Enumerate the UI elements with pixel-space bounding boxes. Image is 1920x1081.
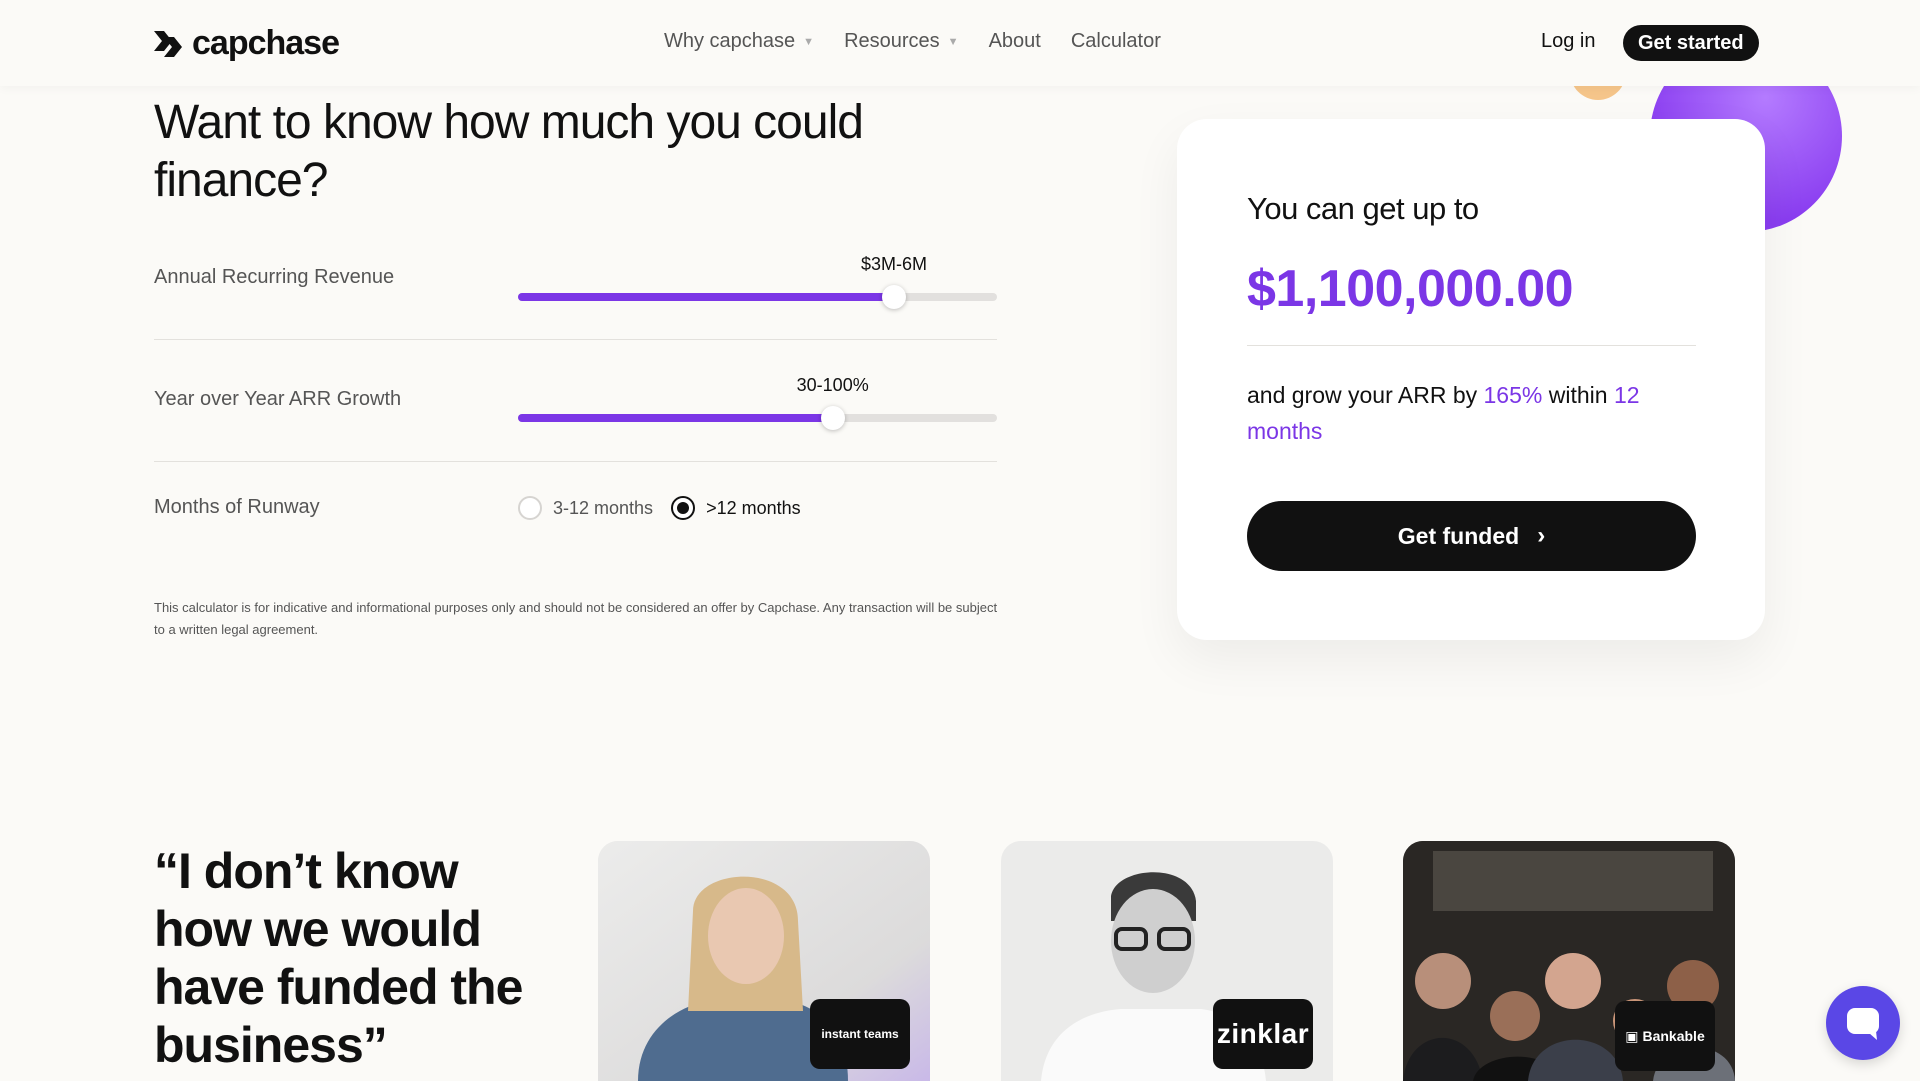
- chat-widget-button[interactable]: [1826, 986, 1900, 1060]
- nav-resources-label: Resources: [844, 30, 940, 52]
- company-name: Bankable: [1642, 1028, 1705, 1044]
- capchase-logo[interactable]: capchase: [154, 24, 340, 63]
- growth-percentage: 165%: [1483, 382, 1543, 408]
- nav-about-label: About: [988, 30, 1041, 52]
- nav-calculator-label: Calculator: [1070, 30, 1161, 52]
- growth-slider[interactable]: [518, 406, 997, 430]
- chevron-right-icon: ›: [1537, 522, 1546, 549]
- arr-slider-thumb[interactable]: [882, 285, 906, 309]
- card-divider: [1247, 345, 1696, 346]
- radio-button[interactable]: [671, 496, 696, 520]
- arr-label: Annual Recurring Revenue: [154, 266, 395, 288]
- result-card: You can get up to $1,100,000.00 and grow…: [1177, 119, 1765, 640]
- nav-resources[interactable]: Resources ▼: [844, 30, 959, 53]
- bankable-logo-icon: ▣: [1625, 1027, 1639, 1044]
- company-badge: instant teams: [810, 999, 910, 1069]
- top-nav: capchase Why capchase ▼ Resources ▼ Abou…: [0, 0, 1920, 86]
- runway-option-3-12[interactable]: 3-12 months: [518, 496, 653, 520]
- growth-value: 30-100%: [796, 375, 869, 395]
- growth-slider-thumb[interactable]: [820, 406, 845, 430]
- chevron-down-icon: ▼: [803, 35, 815, 48]
- chat-bubble-icon: [1847, 1008, 1879, 1040]
- growth-row: Year over Year ARR Growth 30-100%: [154, 372, 997, 462]
- result-intro: You can get up to: [1247, 191, 1479, 226]
- company-name: zinklar: [1216, 1018, 1310, 1049]
- result-amount: $1,100,000.00: [1247, 260, 1574, 318]
- row-divider: [154, 461, 997, 462]
- runway-option-label: 3-12 months: [553, 497, 654, 518]
- capchase-logo-icon: [154, 30, 182, 57]
- nav-why-capchase-label: Why capchase: [664, 30, 796, 52]
- chevron-down-icon: ▼: [947, 35, 959, 48]
- runway-row: Months of Runway 3-12 months >12 months: [154, 496, 997, 526]
- calculator-headline: Want to know how much you could finance?: [154, 96, 864, 207]
- testimonial-card-bankable[interactable]: ▣ Bankable: [1403, 841, 1735, 1081]
- brand-name: capchase: [192, 24, 340, 62]
- row-divider: [154, 339, 997, 340]
- runway-label: Months of Runway: [154, 496, 320, 518]
- get-funded-button[interactable]: Get funded ›: [1247, 501, 1696, 571]
- radio-button[interactable]: [518, 496, 542, 520]
- nav-calculator[interactable]: Calculator: [1071, 30, 1161, 53]
- get-started-button[interactable]: Get started: [1623, 25, 1759, 61]
- arr-slider[interactable]: [518, 285, 997, 309]
- growth-label: Year over Year ARR Growth: [154, 388, 402, 410]
- runway-option-label: >12 months: [706, 497, 801, 518]
- company-badge: ▣ Bankable: [1615, 1001, 1715, 1071]
- login-link[interactable]: Log in: [1541, 30, 1596, 53]
- testimonial-quote: “I don’t know how we would have funded t…: [154, 843, 523, 1073]
- runway-option-12-plus[interactable]: >12 months: [671, 496, 801, 520]
- testimonial-card-instant-teams[interactable]: instant teams: [598, 841, 930, 1081]
- nav-why-capchase[interactable]: Why capchase ▼: [664, 30, 814, 53]
- nav-about[interactable]: About: [989, 30, 1041, 53]
- calculator-disclaimer: This calculator is for indicative and in…: [154, 600, 998, 637]
- company-badge: zinklar: [1213, 999, 1313, 1069]
- result-growth-text: and grow your ARR by 165% within 12 mont…: [1247, 377, 1696, 449]
- arr-row: Annual Recurring Revenue $3M-6M: [154, 250, 997, 340]
- arr-slider-fill: [518, 293, 894, 301]
- company-name: instant teams: [821, 1027, 899, 1041]
- main-menu: Why capchase ▼ Resources ▼ About Calcula…: [664, 30, 1161, 53]
- growth-mid: within: [1542, 382, 1614, 408]
- growth-prefix: and grow your ARR by: [1247, 382, 1484, 408]
- testimonial-card-zinklar[interactable]: zinklar: [1001, 841, 1333, 1081]
- arr-value: $3M-6M: [860, 254, 928, 274]
- runway-options: 3-12 months >12 months: [518, 496, 801, 520]
- get-funded-label: Get funded: [1397, 522, 1520, 549]
- growth-slider-fill: [518, 414, 833, 422]
